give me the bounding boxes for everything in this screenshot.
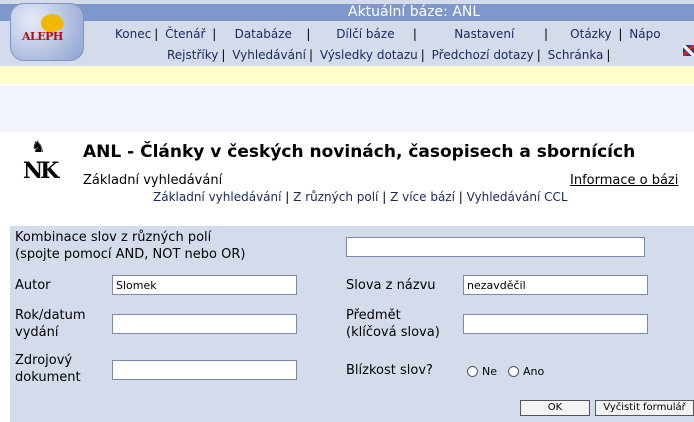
- header: Aktuální báze: ANL ALEPH Konec | Čtenář |…: [0, 0, 694, 66]
- page-subtitle: Základní vyhledávání: [83, 173, 223, 188]
- subject-field[interactable]: [463, 314, 648, 334]
- source-label-line2: dokument: [15, 370, 81, 385]
- search-form: Kombinace slov z různých polí (spojte po…: [10, 226, 694, 422]
- aleph-logo-text: ALEPH: [22, 30, 63, 43]
- top-menu: Konec | Čtenář | Databáze | Dílčí báze | …: [115, 27, 661, 41]
- base-title: ANL - Články v českých novinách, časopis…: [83, 142, 636, 162]
- combo-label-line2: (spojte pomocí AND, NOT nebo OR): [15, 247, 246, 262]
- bottom-menu: Rejstříky | Vyhledávání | Výsledky dotazu |…: [167, 48, 611, 62]
- search-type-links: Základní vyhledávání | Z různých polí | …: [153, 190, 568, 204]
- nk-logo-text: NK: [23, 158, 59, 184]
- link-basic-search[interactable]: Základní vyhledávání: [153, 190, 281, 204]
- subject-label: Předmět (klíčová slova): [346, 307, 440, 341]
- menu-databaze[interactable]: Databáze: [235, 27, 292, 41]
- link-ccl-search[interactable]: Vyhledávání CCL: [467, 190, 568, 204]
- menu-vyhledavani[interactable]: Vyhledávání: [232, 48, 306, 62]
- subject-label-line1: Předmět: [346, 308, 401, 323]
- menu-napoveda[interactable]: Nápo: [629, 27, 660, 41]
- year-label-line2: vydání: [15, 325, 59, 340]
- proximity-no-label: Ne: [482, 365, 497, 378]
- clear-form-button[interactable]: Vyčistit formulář: [595, 400, 694, 416]
- source-label-line1: Zdrojový: [15, 353, 73, 368]
- ok-button[interactable]: OK: [520, 400, 590, 416]
- link-multi-field-search[interactable]: Z různých polí: [293, 190, 378, 204]
- menu-nastaveni[interactable]: Nastavení: [454, 27, 514, 41]
- author-label: Autor: [15, 278, 51, 293]
- menu-schranka[interactable]: Schránka: [548, 48, 604, 62]
- proximity-label: Blízkost slov?: [346, 363, 433, 378]
- year-label: Rok/datum vydání: [15, 307, 86, 341]
- base-info-link[interactable]: Informace o bázi: [570, 173, 678, 188]
- menu-dilci-baze[interactable]: Dílčí báze: [336, 27, 394, 41]
- menu-rejstriky[interactable]: Rejstříky: [167, 48, 218, 62]
- title-words-label: Slova z názvu: [346, 278, 436, 293]
- nk-logo: ♞ NK: [18, 137, 59, 186]
- subject-label-line2: (klíčová slova): [346, 325, 440, 340]
- year-field[interactable]: [112, 314, 297, 334]
- english-flag-icon[interactable]: [683, 45, 694, 56]
- source-field[interactable]: [112, 360, 297, 380]
- proximity-no-radio[interactable]: [467, 366, 478, 377]
- year-label-line1: Rok/datum: [15, 308, 86, 323]
- combo-field[interactable]: [346, 237, 645, 257]
- aleph-logo[interactable]: ALEPH: [10, 3, 84, 61]
- author-field[interactable]: [112, 275, 297, 295]
- current-base-title: Aktuální báze: ANL: [348, 4, 481, 20]
- menu-predchozi-dotazy[interactable]: Předchozí dotazy: [432, 48, 534, 62]
- title-words-field[interactable]: [463, 275, 648, 295]
- search-type-bar: Základní vyhledávání | Z různých polí | …: [0, 86, 694, 204]
- lion-icon: ♞: [31, 137, 46, 156]
- source-label: Zdrojový dokument: [15, 352, 81, 386]
- combo-label: Kombinace slov z různých polí (spojte po…: [15, 229, 245, 263]
- proximity-yes-radio[interactable]: [508, 366, 519, 377]
- menu-ctenar[interactable]: Čtenář: [165, 27, 205, 41]
- proximity-yes-label: Ano: [523, 365, 545, 378]
- menu-otazky[interactable]: Otázky: [570, 27, 611, 41]
- header-title-bar: Aktuální báze: ANL: [0, 4, 694, 21]
- link-multi-base-search[interactable]: Z více bází: [390, 190, 455, 204]
- message-bar: [0, 66, 694, 84]
- menu-konec[interactable]: Konec: [115, 27, 151, 41]
- menu-vysledky-dotazu[interactable]: Výsledky dotazu: [320, 48, 418, 62]
- combo-label-line1: Kombinace slov z různých polí: [15, 230, 212, 245]
